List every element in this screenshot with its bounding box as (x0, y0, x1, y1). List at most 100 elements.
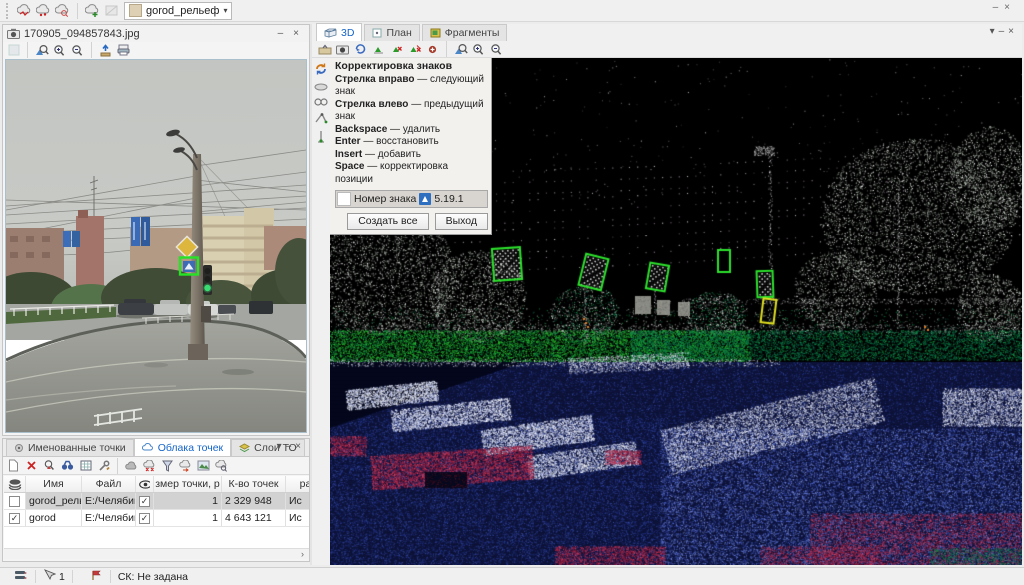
shortcut-line: Backspace — удалить (335, 124, 488, 137)
snapshot-icon[interactable] (334, 41, 351, 58)
clouds-panel-controls[interactable]: ▾–× (277, 441, 305, 452)
shortcut-line: Enter — восстановить (335, 136, 488, 149)
measure-icon[interactable] (314, 112, 328, 127)
cloud-filter-icon[interactable] (159, 457, 176, 474)
cloud-image-icon[interactable] (195, 457, 212, 474)
sign-number-value: 5.19.1 (434, 193, 463, 206)
settings-icon[interactable] (95, 457, 112, 474)
tab-point-clouds[interactable]: Облака точек (134, 438, 231, 456)
layers-icon (239, 443, 250, 453)
col-paint: ра (286, 476, 309, 492)
view-3d-panel: 3D План Фрагменты ▾–× Корректировка з (312, 24, 1022, 565)
shortcut-line: Стрелка вправо — следующий знак (335, 74, 488, 99)
cloud-delete-points-icon[interactable] (141, 457, 158, 474)
layer-name: gorod_рельеф (146, 5, 219, 17)
row-checkbox[interactable] (9, 496, 20, 507)
plan-icon (372, 28, 382, 38)
find-point-icon[interactable] (41, 457, 58, 474)
signal-back-box (201, 306, 211, 322)
exit-button[interactable]: Выход (435, 213, 488, 230)
view-side-toolbar (312, 58, 330, 565)
layers-status-icon[interactable] (14, 569, 28, 584)
point-count-value: 4 643 121 (222, 510, 286, 526)
sign-prev-icon[interactable] (370, 41, 387, 58)
cloud-inspect-icon[interactable] (213, 457, 230, 474)
tab-fragments[interactable]: Фрагменты (422, 24, 508, 41)
clouds-table-header[interactable]: Имя Файл змер точки, р К-во точек ра (4, 476, 309, 493)
scroll-right-arrow[interactable]: › (297, 549, 308, 559)
window-controls[interactable]: –× (993, 2, 1016, 13)
zoom-region-icon[interactable] (33, 42, 50, 59)
rotate-view-icon[interactable] (352, 41, 369, 58)
view-tabs: 3D План Фрагменты ▾–× (312, 24, 1022, 41)
import-photo-icon[interactable] (97, 42, 114, 59)
cloud-name: gorod_рель… (26, 493, 82, 509)
sign-delete-icon[interactable] (388, 41, 405, 58)
create-all-button[interactable]: Создать все (347, 213, 428, 230)
cloud-file: E:/Челябин… (82, 510, 136, 526)
zoom-region-icon[interactable] (452, 41, 469, 58)
horizontal-scrollbar[interactable]: › (4, 548, 309, 559)
sign-add-icon[interactable] (424, 41, 441, 58)
sign-delete-all-icon[interactable] (406, 41, 423, 58)
table-row[interactable]: gorod_рель… E:/Челябин… ✓ 1 2 329 948 Ис (4, 493, 309, 510)
clouds-stack-icon (4, 476, 26, 492)
tab-3d[interactable]: 3D (316, 23, 362, 41)
road-patch (222, 369, 254, 375)
tab-plan[interactable]: План (364, 24, 419, 41)
shortcut-line: Space — корректировка позиции (335, 161, 488, 186)
flag-status-icon[interactable] (90, 569, 103, 584)
disc-icon[interactable] (314, 82, 328, 94)
row-checkbox[interactable]: ✓ (9, 513, 20, 524)
sign-number-field[interactable]: Номер знака 5.19.1 (335, 190, 488, 208)
new-item-icon[interactable] (5, 457, 22, 474)
overlay-title: Корректировка знаков (335, 60, 488, 73)
photo-viewer-panel: 170905_094857843.jpg – × (2, 24, 310, 436)
table-icon[interactable] (77, 457, 94, 474)
photo-panel-close[interactable]: × (293, 28, 305, 39)
traffic-light (203, 265, 212, 295)
cloud-filter-disabled-icon (103, 2, 120, 19)
view-toolbar (312, 41, 1022, 58)
col-file: Файл (82, 476, 136, 492)
zoom-out-icon[interactable] (488, 41, 505, 58)
point-count-value: 2 329 948 (222, 493, 286, 509)
table-row[interactable]: ✓ gorod E:/Челябин… ✓ 1 4 643 121 Ис (4, 510, 309, 527)
photo-panel-minimize[interactable]: – (278, 28, 290, 39)
col-point-count: К-во точек (222, 476, 286, 492)
tab-named-points[interactable]: Именованные точки (6, 439, 134, 456)
shortcut-line: Стрелка влево — предыдущий знак (335, 99, 488, 124)
refresh-icon[interactable] (314, 62, 328, 79)
shortcut-line: Insert — добавить (335, 149, 488, 162)
cloud-classify-icon[interactable] (16, 2, 33, 19)
visibility-checkbox[interactable]: ✓ (139, 513, 150, 524)
pole-base (188, 344, 208, 360)
pedestrian-sign-icon (419, 193, 431, 205)
photo-image[interactable] (5, 59, 307, 433)
cloud-search-icon[interactable] (54, 2, 71, 19)
back-view-icon[interactable] (316, 41, 333, 58)
photo-panel-titlebar[interactable]: 170905_094857843.jpg – × (3, 25, 309, 42)
active-layer-dropdown[interactable]: gorod_рельеф ▾ (124, 2, 232, 20)
cloud-move-icon[interactable] (177, 457, 194, 474)
survey-pole-icon[interactable] (316, 130, 326, 146)
toolbar-separator (77, 3, 78, 19)
view-panel-controls[interactable]: ▾–× (990, 26, 1018, 37)
cloud-points-icon[interactable] (35, 2, 52, 19)
zoom-in-icon[interactable] (51, 42, 68, 59)
print-photo-icon[interactable] (115, 42, 132, 59)
cloud-file: E:/Челябин… (82, 493, 136, 509)
statusbar-separator (72, 570, 73, 583)
zoom-in-icon[interactable] (470, 41, 487, 58)
cloud-gray-icon[interactable] (123, 457, 140, 474)
delete-icon[interactable] (23, 457, 40, 474)
cloud-add-icon[interactable] (84, 2, 101, 19)
point-clouds-panel: Именованные точки Облака точек Слои ТО ▾… (2, 438, 310, 562)
zoom-out-icon[interactable] (69, 42, 86, 59)
stereo-glasses-icon[interactable] (314, 97, 328, 109)
paint-mode-value: Ис (286, 493, 309, 509)
binoculars-icon[interactable] (59, 457, 76, 474)
col-point-size: змер точки, р (154, 476, 222, 492)
clouds-table: Имя Файл змер точки, р К-во точек ра gor… (4, 476, 309, 550)
visibility-checkbox[interactable]: ✓ (139, 496, 150, 507)
